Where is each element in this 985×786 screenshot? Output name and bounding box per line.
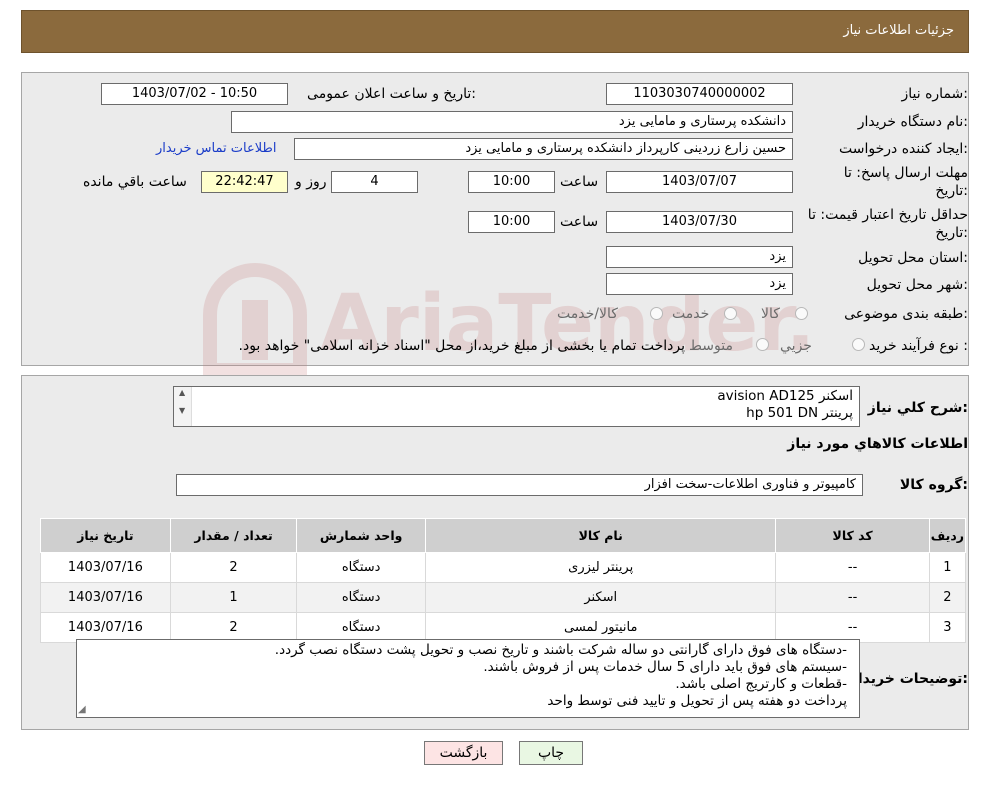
buyer-note-line: -قطعات و کارتریج اصلی باشد. — [675, 676, 847, 692]
validity-time-label: ساعت — [560, 214, 599, 230]
cell-row-number: 1 — [928, 552, 967, 583]
back-button[interactable]: بازگشت — [424, 741, 503, 765]
resize-handle-icon[interactable]: ◢ — [78, 704, 86, 715]
buyer-contact-link[interactable]: اطلاعات تماس خریدار — [156, 141, 276, 156]
need-number-label: شماره نیاز: — [901, 86, 968, 102]
cell-unit: دستگاه — [296, 582, 426, 613]
table-row: 2 -- اسکنر دستگاه 1 1403/07/16 — [40, 582, 967, 613]
table-header-row: رديف کد کالا نام کالا واحد شمارش تعداد /… — [40, 518, 967, 553]
process-minor-radio[interactable] — [852, 338, 865, 351]
cell-goods-code: -- — [775, 582, 930, 613]
col-need-date: تاریخ نیاز — [40, 518, 171, 553]
cell-unit: دستگاه — [296, 552, 426, 583]
buyer-org-label: نام دستگاه خریدار: — [857, 114, 968, 130]
creator-label: ایجاد کننده درخواست: — [839, 141, 968, 157]
category-service-radio[interactable] — [724, 307, 737, 320]
buyer-org-field: دانشکده پرستاری و مامایی یزد — [231, 111, 793, 133]
buyer-notes-textarea[interactable]: -دستگاه های فوق دارای گارانتی دو ساله شر… — [76, 639, 860, 718]
description-label: شرح کلي نياز: — [867, 400, 968, 416]
scroll-down-icon[interactable]: ▼ — [179, 406, 185, 415]
cell-quantity: 2 — [169, 552, 298, 583]
cell-goods-code: -- — [775, 552, 930, 583]
cell-goods-name: پرینتر لیزری — [424, 552, 777, 583]
cell-row-number: 2 — [928, 582, 967, 613]
category-goods-label: کالا — [761, 306, 780, 322]
validity-time-field: 10:00 — [468, 211, 555, 233]
category-service-label: خدمت — [672, 306, 710, 322]
category-goods-radio[interactable] — [795, 307, 808, 320]
validity-label: حداقل تاریخ اعتبار قیمت: تا — [807, 207, 968, 223]
buyer-note-line: -دستگاه های فوق دارای گارانتی دو ساله شر… — [274, 642, 847, 658]
category-goods-service-label: کالا/خدمت — [557, 306, 618, 322]
description-line: پرینتر hp 501 DN — [746, 405, 853, 421]
process-minor-label: جزیي — [780, 338, 812, 354]
validity-label-date: تاریخ: — [935, 225, 968, 241]
days-field: 4 — [331, 171, 418, 193]
goods-group-label: گروه کالا: — [899, 477, 968, 493]
page-title: جزئیات اطلاعات نیاز — [843, 23, 954, 38]
deadline-date-field: 1403/07/07 — [606, 171, 793, 193]
city-field: یزد — [606, 273, 793, 295]
cell-need-date: 1403/07/16 — [40, 582, 171, 613]
process-note: پرداخت تمام یا بخشی از مبلغ خرید،از محل … — [238, 338, 685, 354]
col-goods-name: نام کالا — [424, 518, 777, 553]
deadline-label: مهلت ارسال پاسخ: تا — [843, 165, 968, 181]
table-row: 1 -- پرینتر لیزری دستگاه 2 1403/07/16 — [40, 552, 967, 583]
announce-label: تاریخ و ساعت اعلان عمومی: — [307, 86, 476, 102]
buyer-note-line: پرداخت دو هفته پس از تحویل و تایید فنی ت… — [547, 693, 847, 709]
province-field: یزد — [606, 246, 793, 268]
cell-goods-name: مانیتور لمسی — [424, 612, 777, 643]
process-label: نوع فرآیند خرید : — [869, 338, 968, 354]
print-button[interactable]: چاپ — [519, 741, 583, 765]
days-label: روز و — [295, 174, 327, 190]
creator-field: حسین زارع زردینی کارپرداز دانشکده پرستار… — [294, 138, 793, 160]
category-goods-service-radio[interactable] — [650, 307, 663, 320]
remaining-time-field: 22:42:47 — [201, 171, 288, 193]
process-medium-label: متوسط — [689, 338, 733, 354]
need-number-field: 1103030740000002 — [606, 83, 793, 105]
deadline-time-field: 10:00 — [468, 171, 555, 193]
col-unit: واحد شمارش — [296, 518, 426, 553]
scroll-up-icon[interactable]: ▲ — [179, 388, 185, 397]
description-textarea[interactable]: اسکنر avision AD125 پرینتر hp 501 DN — [173, 386, 860, 427]
deadline-time-label: ساعت — [560, 174, 599, 190]
col-quantity: تعداد / مقدار — [169, 518, 298, 553]
page-header: جزئیات اطلاعات نیاز — [21, 10, 969, 53]
cell-goods-code: -- — [775, 612, 930, 643]
table-row: 3 -- مانیتور لمسی دستگاه 2 1403/07/16 — [40, 612, 967, 643]
cell-unit: دستگاه — [296, 612, 426, 643]
province-label: استان محل تحویل: — [858, 250, 968, 266]
cell-need-date: 1403/07/16 — [40, 552, 171, 583]
city-label: شهر محل تحویل: — [866, 277, 968, 293]
col-row-number: رديف — [928, 518, 967, 553]
category-label: طبقه بندی موضوعی: — [844, 306, 968, 322]
col-goods-code: کد کالا — [775, 518, 930, 553]
announce-field: 1403/07/02 - 10:50 — [101, 83, 288, 105]
goods-group-field: کامپیوتر و فناوری اطلاعات-سخت افزار — [176, 474, 863, 496]
goods-section-title: اطلاعات کالاهاي مورد نياز — [787, 436, 968, 452]
description-scrollbar[interactable]: ▲ ▼ — [174, 387, 192, 426]
description-line: اسکنر avision AD125 — [717, 388, 853, 404]
remaining-label: ساعت باقي مانده — [83, 174, 187, 190]
cell-quantity: 2 — [169, 612, 298, 643]
buyer-notes-label: توضیحات خریدار: — [849, 671, 968, 687]
cell-row-number: 3 — [928, 612, 967, 643]
buyer-note-line: -سیستم های فوق باید دارای 5 سال خدمات پس… — [483, 659, 847, 675]
cell-need-date: 1403/07/16 — [40, 612, 171, 643]
validity-date-field: 1403/07/30 — [606, 211, 793, 233]
cell-goods-name: اسکنر — [424, 582, 777, 613]
goods-table: رديف کد کالا نام کالا واحد شمارش تعداد /… — [40, 518, 967, 643]
process-medium-radio[interactable] — [756, 338, 769, 351]
cell-quantity: 1 — [169, 582, 298, 613]
deadline-label-date: تاریخ: — [935, 183, 968, 199]
